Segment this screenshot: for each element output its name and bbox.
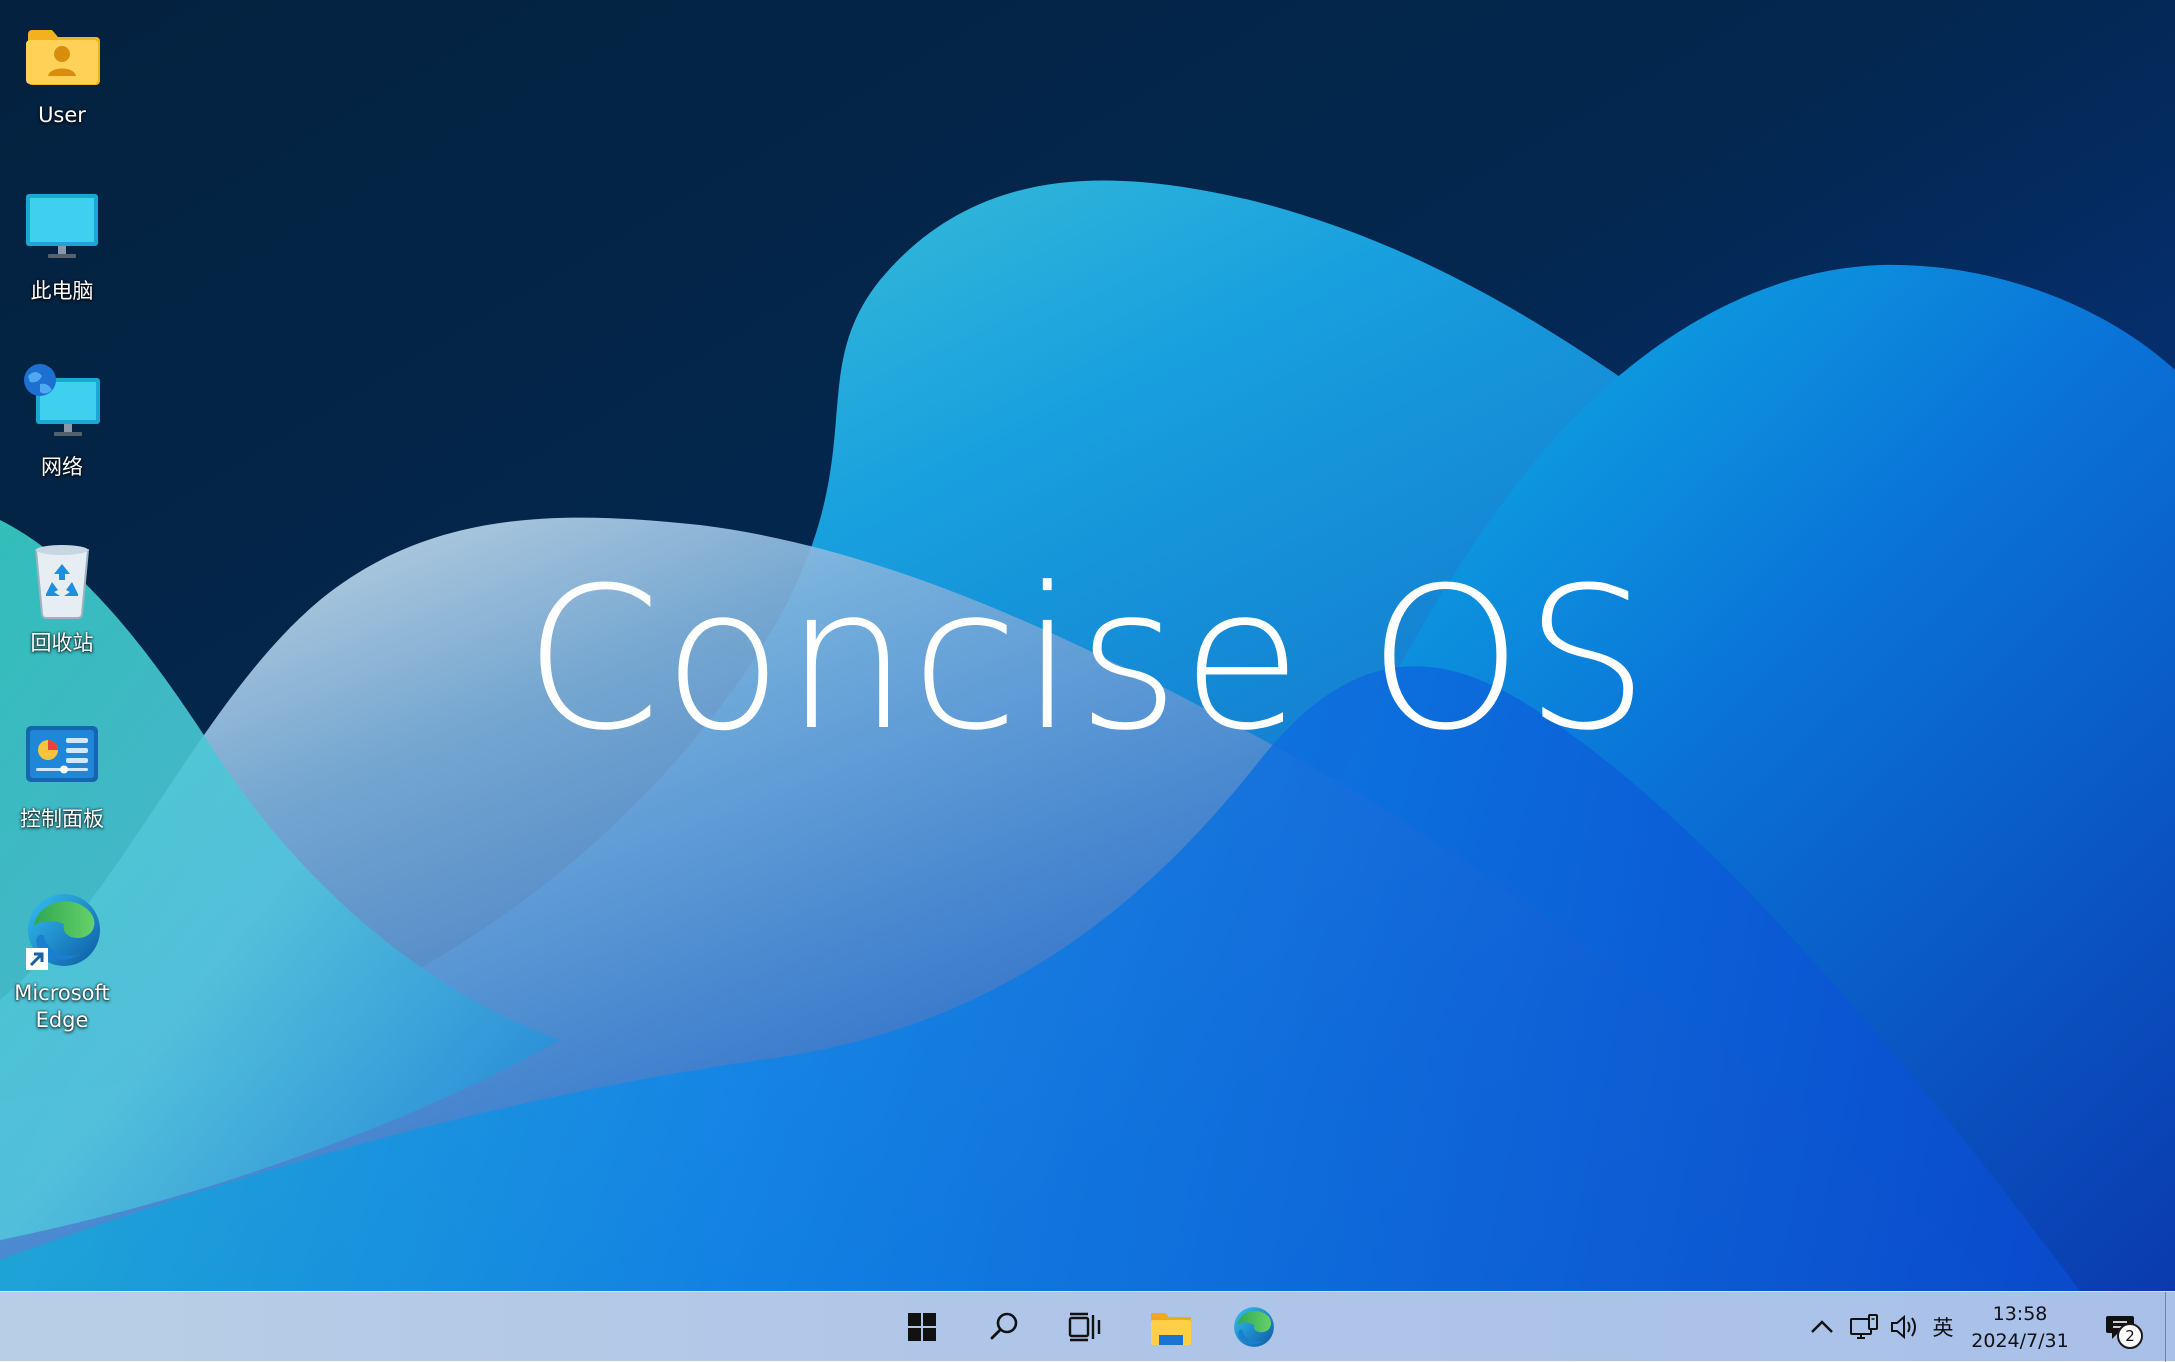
volume-button[interactable] xyxy=(1886,1305,1922,1349)
desktop-icon-user[interactable]: User xyxy=(8,10,116,129)
windows-logo-icon xyxy=(908,1313,936,1341)
clock-date: 2024/7/31 xyxy=(1971,1330,2069,1352)
chevron-up-icon xyxy=(1811,1320,1833,1333)
user-folder-icon xyxy=(20,10,104,94)
input-method-label: 英 xyxy=(1932,1316,1954,1340)
desktop-icon-edge[interactable]: Microsoft Edge xyxy=(8,888,116,1034)
show-desktop-button[interactable] xyxy=(2165,1292,2175,1362)
desktop-icon-label: 回收站 xyxy=(30,631,94,655)
desktop-icon-control-panel[interactable]: 控制面板 xyxy=(8,714,116,833)
task-view-button[interactable] xyxy=(1056,1299,1114,1355)
this-pc-icon xyxy=(20,186,104,270)
control-panel-icon xyxy=(20,714,104,798)
desktop-icon-network[interactable]: 网络 xyxy=(8,362,116,481)
input-method-button[interactable]: 英 xyxy=(1926,1305,1960,1349)
search-button[interactable] xyxy=(975,1299,1033,1355)
file-explorer-button[interactable] xyxy=(1142,1299,1200,1355)
clock-time: 13:58 xyxy=(1992,1303,2048,1325)
start-button[interactable] xyxy=(893,1299,951,1355)
notification-count-badge: 2 xyxy=(2117,1323,2143,1349)
desktop-icon-label: 控制面板 xyxy=(20,807,104,831)
network-status-button[interactable] xyxy=(1846,1305,1882,1349)
desktop-icon-this-pc[interactable]: 此电脑 xyxy=(8,186,116,305)
wallpaper-title: Concise OS xyxy=(524,546,1651,774)
volume-icon xyxy=(1891,1314,1916,1340)
clock[interactable]: 13:58 2024/7/31 xyxy=(1962,1298,2078,1358)
edge-button[interactable] xyxy=(1225,1299,1283,1355)
desktop-icon-label: 网络 xyxy=(41,455,83,479)
search-icon xyxy=(990,1312,1018,1340)
edge-icon xyxy=(20,888,104,972)
desktop[interactable]: Concise OS User 此电脑 网络 回收站 控制面板 Microsof… xyxy=(0,0,2175,1291)
desktop-icon-label: 此电脑 xyxy=(30,279,94,303)
task-view-icon xyxy=(1068,1312,1101,1342)
network-status-icon xyxy=(1850,1314,1878,1339)
recycle-bin-icon xyxy=(20,538,104,622)
desktop-icon-label: Microsoft Edge xyxy=(14,981,110,1032)
network-icon xyxy=(20,362,104,446)
folder-icon xyxy=(1151,1313,1191,1345)
edge-icon xyxy=(1234,1307,1274,1347)
desktop-icon-recycle-bin[interactable]: 回收站 xyxy=(8,538,116,657)
taskbar: 英 13:58 2024/7/31 2 xyxy=(0,1291,2175,1362)
show-hidden-icons-button[interactable] xyxy=(1806,1305,1838,1349)
desktop-icon-label: User xyxy=(38,103,86,127)
